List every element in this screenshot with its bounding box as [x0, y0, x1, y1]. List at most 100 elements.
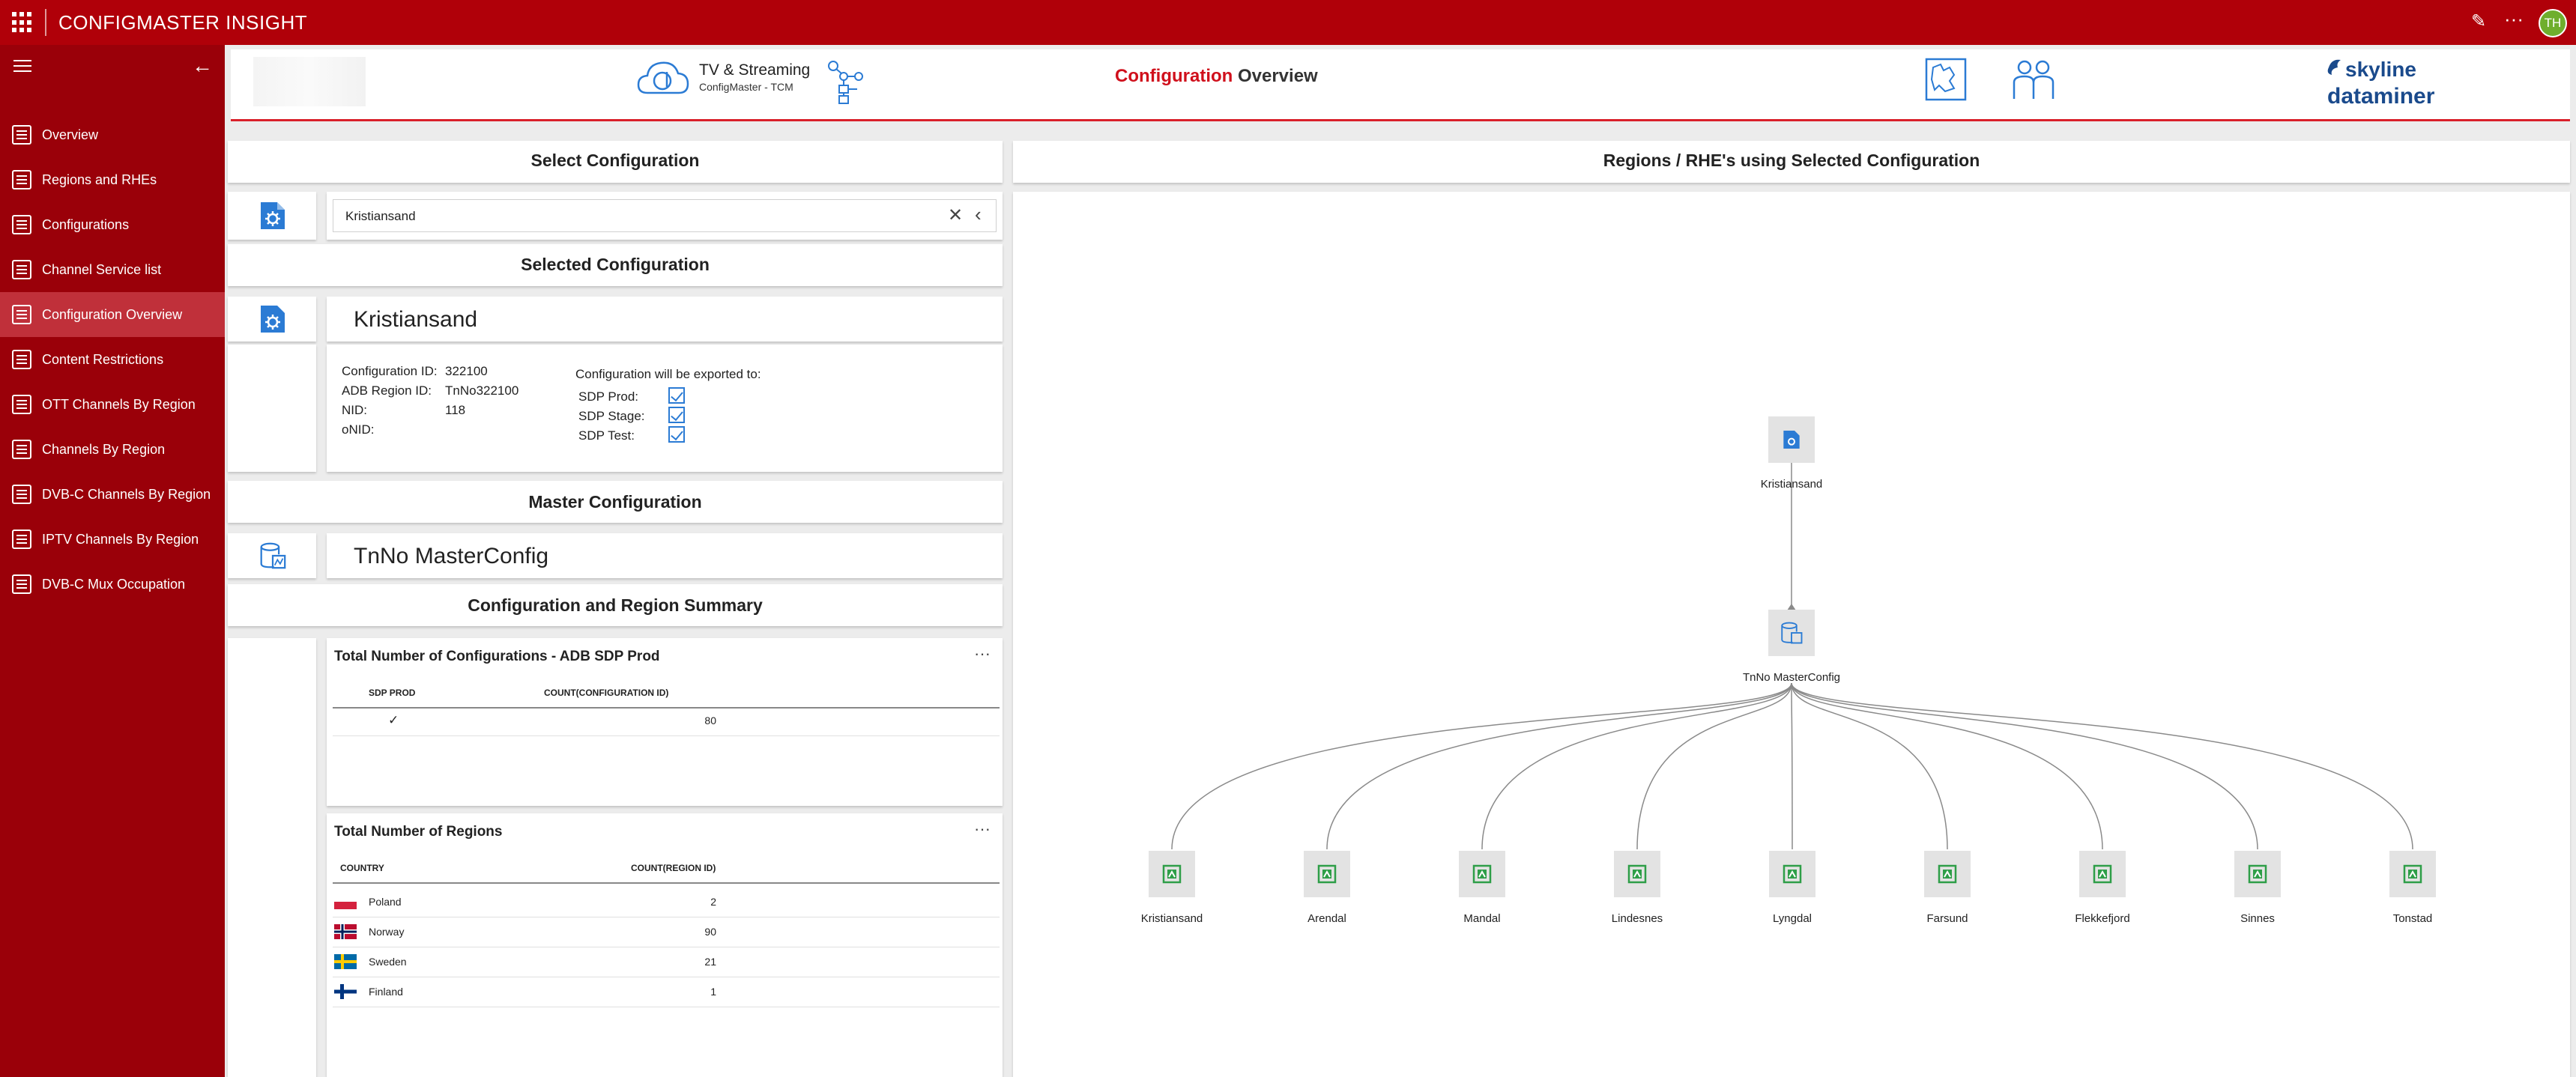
- edit-icon[interactable]: ✎: [2471, 10, 2494, 33]
- master-config-node[interactable]: [1768, 610, 1815, 656]
- chevron-left-icon[interactable]: ‹: [975, 203, 982, 226]
- field-value: TnNo322100: [445, 383, 519, 398]
- page-title: Configuration Overview: [1115, 66, 1318, 87]
- sidebar-item-overview[interactable]: Overview: [0, 112, 225, 157]
- sidebar-item-label: Configurations: [42, 216, 130, 232]
- configs-table-panel: Total Number of Configurations - ADB SDP…: [327, 638, 1003, 806]
- search-icon-panel: [228, 192, 316, 240]
- node-label: Farsund: [1926, 912, 1968, 925]
- sidebar-item-configuration-overview[interactable]: Configuration Overview: [0, 292, 225, 337]
- sidebar-item-channels-by-region[interactable]: Channels By Region: [0, 427, 225, 472]
- region-node[interactable]: [2079, 851, 2126, 897]
- people-icon[interactable]: [2011, 57, 2056, 102]
- more-options-icon[interactable]: ···: [2504, 7, 2527, 30]
- export-checkbox[interactable]: [668, 387, 685, 404]
- regions-table-title: Total Number of Regions: [334, 824, 503, 840]
- master-to-region-edge: [1791, 682, 1948, 850]
- tv-streaming-cloud-icon: [637, 61, 689, 94]
- master-config-name: TnNo MasterConfig: [354, 544, 549, 568]
- config-search-input[interactable]: Kristiansand ✕ ‹: [333, 199, 997, 232]
- node-label: Mandal: [1463, 912, 1501, 925]
- search-panel: Kristiansand ✕ ‹: [327, 192, 1003, 240]
- region-node[interactable]: [1614, 851, 1660, 897]
- region-file-icon: [1627, 864, 1647, 884]
- config-file-icon: [12, 215, 31, 234]
- sidebar-item-dvb-c-channels-by-region[interactable]: DVB-C Channels By Region: [0, 472, 225, 517]
- region-file-icon: [2403, 864, 2422, 884]
- field-value: 118: [445, 403, 466, 417]
- sdp-prod-check: ✓: [388, 713, 399, 727]
- sidebar-item-label: IPTV Channels By Region: [42, 531, 199, 547]
- col-sdp-prod[interactable]: SDP PROD: [369, 688, 415, 698]
- master-to-region-edge: [1791, 682, 2258, 850]
- col-count-region-id[interactable]: COUNT(REGION ID): [631, 863, 716, 873]
- col-count-config-id[interactable]: COUNT(CONFIGURATION ID): [544, 688, 668, 698]
- configs-table-more-icon[interactable]: ···: [974, 644, 991, 664]
- header-divider: [333, 707, 1000, 709]
- list-icon: [12, 395, 31, 414]
- select-config-title-panel: Select Configuration: [228, 141, 1003, 183]
- region-node[interactable]: [1769, 851, 1815, 897]
- region-node[interactable]: [2389, 851, 2436, 897]
- page-title-accent: Configuration: [1115, 66, 1233, 86]
- node-label: Tonstad: [2392, 912, 2433, 925]
- sidebar-item-iptv-channels-by-region[interactable]: IPTV Channels By Region: [0, 517, 225, 562]
- app-title: CONFIGMASTER INSIGHT: [58, 11, 308, 34]
- sidebar-item-label: DVB-C Channels By Region: [42, 486, 211, 502]
- regions-table-more-icon[interactable]: ···: [974, 819, 991, 839]
- region-node[interactable]: [1459, 851, 1505, 897]
- sidebar-item-dvb-c-mux-occupation[interactable]: DVB-C Mux Occupation: [0, 562, 225, 607]
- export-checkbox[interactable]: [668, 426, 685, 443]
- map-icon[interactable]: [1924, 57, 1968, 102]
- hamburger-menu-icon[interactable]: [13, 60, 31, 75]
- node-label: Lyngdal: [1773, 912, 1812, 925]
- region-node[interactable]: [1924, 851, 1971, 897]
- country-name: Finland: [369, 986, 403, 998]
- config-search-value: Kristiansand: [345, 209, 416, 223]
- diagram-panel: Kristiansand TnNo MasterConfig Kristiansan…: [1013, 192, 2570, 1077]
- list-icon: [12, 485, 31, 504]
- region-count: 1: [710, 986, 716, 998]
- master-to-region-edge: [1481, 682, 1792, 850]
- page-title-rest: Overview: [1233, 66, 1318, 86]
- export-label: SDP Stage:: [578, 409, 645, 423]
- col-country[interactable]: COUNTRY: [340, 863, 384, 873]
- export-checkbox[interactable]: [668, 407, 685, 423]
- report-icon: [12, 170, 31, 189]
- finland-flag-icon: [334, 984, 357, 999]
- clear-search-icon[interactable]: ✕: [948, 204, 963, 226]
- master-to-region-edge: [1791, 682, 2413, 850]
- selected-config-title: Selected Configuration: [521, 255, 710, 274]
- region-node[interactable]: [1304, 851, 1350, 897]
- config-file-icon: [261, 202, 285, 229]
- master-to-region-edge: [1326, 682, 1792, 850]
- sidebar-item-regions-and-rhes[interactable]: Regions and RHEs: [0, 157, 225, 202]
- sidebar-item-channel-service-list[interactable]: Channel Service list: [0, 247, 225, 292]
- app-launcher-icon[interactable]: [12, 12, 33, 33]
- user-avatar[interactable]: TH: [2539, 9, 2567, 37]
- field-value: 322100: [445, 364, 488, 378]
- region-count: 2: [710, 896, 716, 908]
- root-config-node[interactable]: [1768, 416, 1815, 463]
- sidebar-item-label: OTT Channels By Region: [42, 396, 196, 412]
- norway-flag-icon: [334, 924, 357, 939]
- summary-left-panel: [228, 638, 316, 1077]
- page-header: TV & Streaming ConfigMaster - TCM Config…: [231, 49, 2570, 121]
- collapse-sidebar-icon[interactable]: ←: [192, 54, 213, 78]
- sidebar-item-content-restrictions[interactable]: Content Restrictions: [0, 337, 225, 382]
- sidebar-item-configurations[interactable]: Configurations: [0, 202, 225, 247]
- sweden-flag-icon: [334, 954, 357, 969]
- header-divider: [333, 882, 1000, 884]
- country-name: Poland: [369, 896, 402, 908]
- master-icon-panel: [228, 533, 316, 578]
- diagram-title-panel: Regions / RHE's using Selected Configura…: [1013, 141, 2570, 183]
- field-label: ADB Region ID:: [342, 383, 432, 398]
- region-node[interactable]: [2234, 851, 2281, 897]
- customer-logo: [253, 57, 366, 106]
- network-topology-icon: [828, 61, 863, 104]
- sidebar-item-ott-channels-by-region[interactable]: OTT Channels By Region: [0, 382, 225, 427]
- region-node[interactable]: [1149, 851, 1195, 897]
- selected-config-title-panel: Selected Configuration: [228, 244, 1003, 286]
- sidebar-nav: Overview Regions and RHEs Configurations Ch…: [0, 112, 225, 607]
- master-to-region-edge: [1171, 682, 1792, 850]
